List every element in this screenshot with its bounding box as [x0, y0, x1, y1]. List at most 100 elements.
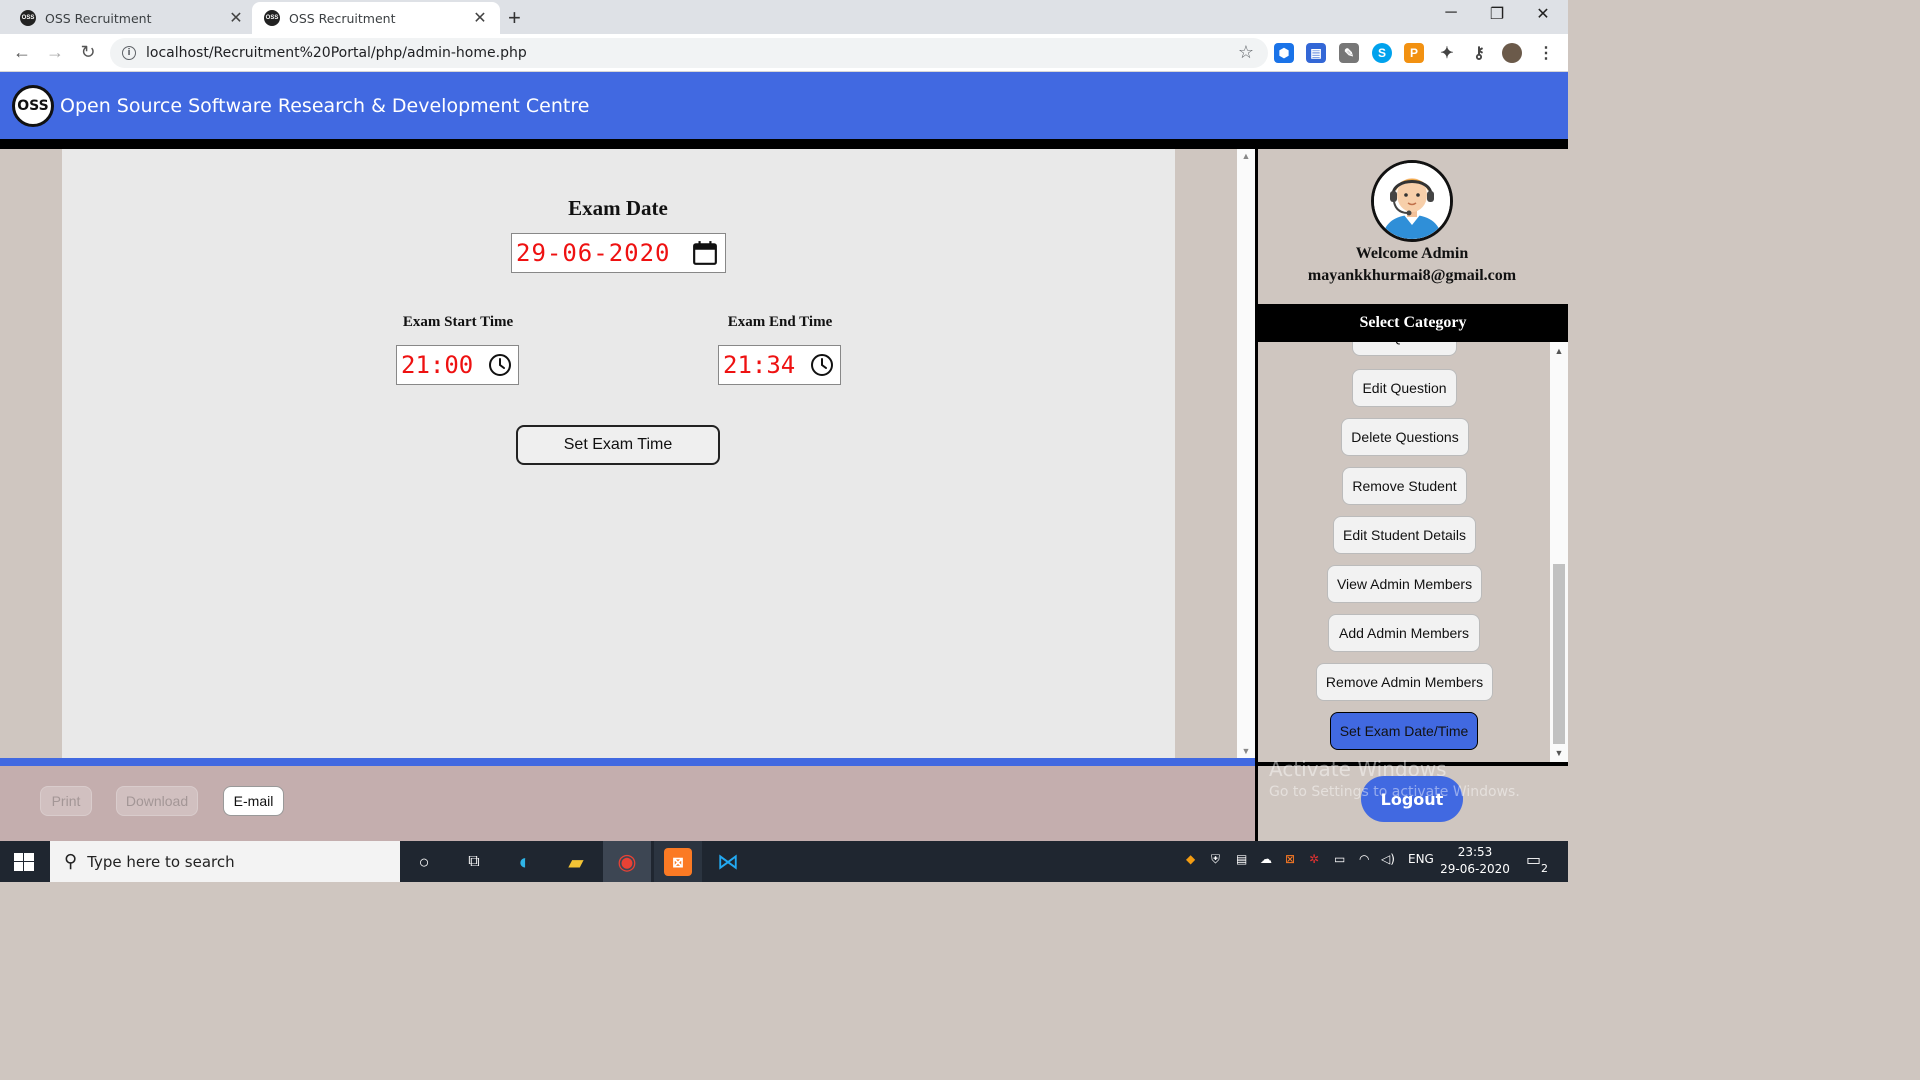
- exam-date-value: 29-06-2020: [516, 239, 671, 267]
- start-time-input[interactable]: 21:00: [396, 345, 519, 385]
- tray-xampp-icon[interactable]: ⊠: [1285, 852, 1295, 866]
- category-menu: Add Question Edit Question Delete Questi…: [1258, 342, 1550, 762]
- profile-avatar-icon[interactable]: [1502, 43, 1522, 63]
- taskbar-search[interactable]: ⚲ Type here to search: [50, 841, 400, 882]
- new-tab-icon[interactable]: +: [508, 5, 521, 31]
- search-placeholder: Type here to search: [87, 852, 235, 871]
- info-icon[interactable]: i: [122, 46, 136, 60]
- skype-icon[interactable]: S: [1372, 43, 1392, 63]
- minimize-icon[interactable]: ─: [1428, 4, 1474, 22]
- close-tab-icon[interactable]: ✕: [472, 8, 488, 28]
- site-title: Open Source Software Research & Developm…: [60, 94, 590, 117]
- bookmark-star-icon[interactable]: ☆: [1238, 42, 1254, 63]
- language-indicator[interactable]: ENG: [1408, 852, 1434, 866]
- url-text: localhost/Recruitment%20Portal/php/admin…: [146, 45, 527, 61]
- notification-count: 2: [1541, 862, 1548, 875]
- admin-avatar: [1371, 160, 1453, 242]
- file-explorer-icon[interactable]: ▰: [562, 848, 590, 876]
- windows-taskbar: ⚲ Type here to search ○ ⧉ ◐ ▰ ◉ ⊠ ⋈ ◆ ⛨ …: [0, 841, 1568, 882]
- set-exam-datetime-button[interactable]: Set Exam Date/Time: [1330, 712, 1478, 750]
- select-category-header: Select Category: [1258, 304, 1568, 342]
- sidebar-scrollbar[interactable]: ▲ ▼: [1550, 342, 1568, 762]
- tab-title: OSS Recruitment: [45, 10, 152, 26]
- oss-logo: OSS: [12, 84, 54, 127]
- chrome-icon[interactable]: ◉: [613, 848, 641, 876]
- browser-tab-strip: OSS OSS Recruitment ✕ OSS OSS Recruitmen…: [0, 0, 1568, 34]
- add-admin-members-button[interactable]: Add Admin Members: [1328, 614, 1480, 652]
- scroll-up-icon[interactable]: ▲: [1550, 346, 1568, 356]
- activate-windows-subtitle: Go to Settings to activate Windows.: [1269, 784, 1520, 800]
- cloud-icon[interactable]: ☁: [1260, 852, 1272, 866]
- pma-icon[interactable]: P: [1404, 43, 1424, 63]
- add-question-button[interactable]: Add Question: [1352, 342, 1457, 356]
- download-button[interactable]: Download: [116, 786, 198, 816]
- set-exam-time-button[interactable]: Set Exam Time: [516, 425, 720, 465]
- support-agent-icon: [1374, 163, 1450, 239]
- vscode-icon[interactable]: ⋈: [714, 848, 742, 876]
- extension-printer-icon[interactable]: ▤: [1306, 43, 1326, 63]
- edge-icon[interactable]: ◐: [511, 848, 539, 876]
- extension-hex-icon[interactable]: ⬢: [1274, 43, 1294, 63]
- clock-time: 23:53: [1457, 845, 1493, 859]
- end-time-input[interactable]: 21:34: [718, 345, 841, 385]
- delete-questions-button[interactable]: Delete Questions: [1341, 418, 1469, 456]
- remove-admin-members-button[interactable]: Remove Admin Members: [1316, 663, 1493, 701]
- site-header: OSS Open Source Software Research & Deve…: [0, 72, 1568, 139]
- cortana-icon[interactable]: ○: [410, 848, 438, 876]
- email-button[interactable]: E-mail: [223, 786, 284, 816]
- key-icon[interactable]: ⚷: [1469, 43, 1489, 63]
- tray-app-icon[interactable]: ◆: [1186, 852, 1195, 866]
- start-time-label: Exam Start Time: [402, 314, 514, 330]
- restore-icon[interactable]: ❐: [1474, 4, 1520, 24]
- header-divider: [0, 139, 1568, 149]
- tray-keyboard-icon[interactable]: ▤: [1236, 852, 1247, 866]
- clock-icon[interactable]: [810, 353, 834, 377]
- security-shield-icon[interactable]: ⛨: [1211, 852, 1220, 867]
- end-time-label: Exam End Time: [727, 314, 833, 330]
- extension-eyedropper-icon[interactable]: ✎: [1339, 43, 1359, 63]
- taskbar-clock[interactable]: 23:53 29-06-2020: [1435, 844, 1515, 878]
- exam-date-input[interactable]: 29-06-2020: [511, 233, 726, 273]
- edit-student-details-button[interactable]: Edit Student Details: [1333, 516, 1476, 554]
- clock-icon[interactable]: [488, 353, 512, 377]
- back-icon[interactable]: ←: [11, 42, 33, 63]
- scroll-up-icon[interactable]: ▲: [1237, 151, 1255, 161]
- calendar-icon[interactable]: [692, 240, 718, 266]
- search-icon: ⚲: [64, 851, 78, 871]
- windows-start-icon[interactable]: [14, 853, 34, 871]
- menu-kebab-icon[interactable]: ⋮: [1536, 43, 1556, 63]
- clock-date: 29-06-2020: [1440, 862, 1510, 876]
- tray-red-icon[interactable]: ✲: [1309, 852, 1319, 866]
- start-time-value: 21:00: [401, 351, 474, 379]
- notification-icon[interactable]: ▭: [1526, 850, 1541, 869]
- browser-tab[interactable]: OSS OSS Recruitment ✕: [8, 2, 256, 34]
- browser-tab-active[interactable]: OSS OSS Recruitment ✕: [252, 2, 500, 34]
- remove-student-button[interactable]: Remove Student: [1342, 467, 1467, 505]
- scroll-down-icon[interactable]: ▼: [1550, 748, 1568, 758]
- admin-email: mayankkhurmai8@gmail.com: [1307, 267, 1517, 284]
- browser-toolbar: ← → ↻ i localhost/Recruitment%20Portal/p…: [0, 34, 1568, 72]
- volume-icon[interactable]: ◁): [1381, 852, 1395, 866]
- welcome-text: Welcome Admin: [1355, 245, 1469, 262]
- scrollbar-thumb[interactable]: [1553, 564, 1565, 744]
- main-scrollbar[interactable]: ▲ ▼: [1237, 149, 1255, 758]
- close-window-icon[interactable]: ✕: [1520, 4, 1566, 24]
- forward-icon[interactable]: →: [44, 42, 66, 63]
- task-view-icon[interactable]: ⧉: [460, 848, 488, 876]
- extensions-puzzle-icon[interactable]: ✦: [1437, 43, 1457, 63]
- oss-favicon-icon: OSS: [20, 10, 36, 26]
- xampp-icon[interactable]: ⊠: [664, 848, 692, 876]
- print-button[interactable]: Print: [40, 786, 92, 816]
- address-bar[interactable]: i localhost/Recruitment%20Portal/php/adm…: [110, 38, 1268, 68]
- close-tab-icon[interactable]: ✕: [228, 8, 244, 28]
- exam-date-label: Exam Date: [568, 196, 668, 220]
- battery-icon[interactable]: ▭: [1334, 852, 1345, 866]
- wifi-icon[interactable]: ◠: [1359, 852, 1369, 866]
- oss-favicon-icon: OSS: [264, 10, 280, 26]
- tab-title: OSS Recruitment: [289, 10, 396, 26]
- footer-divider: [0, 758, 1255, 766]
- edit-question-button[interactable]: Edit Question: [1352, 369, 1457, 407]
- scroll-down-icon[interactable]: ▼: [1237, 746, 1255, 756]
- reload-icon[interactable]: ↻: [77, 42, 99, 63]
- view-admin-members-button[interactable]: View Admin Members: [1327, 565, 1482, 603]
